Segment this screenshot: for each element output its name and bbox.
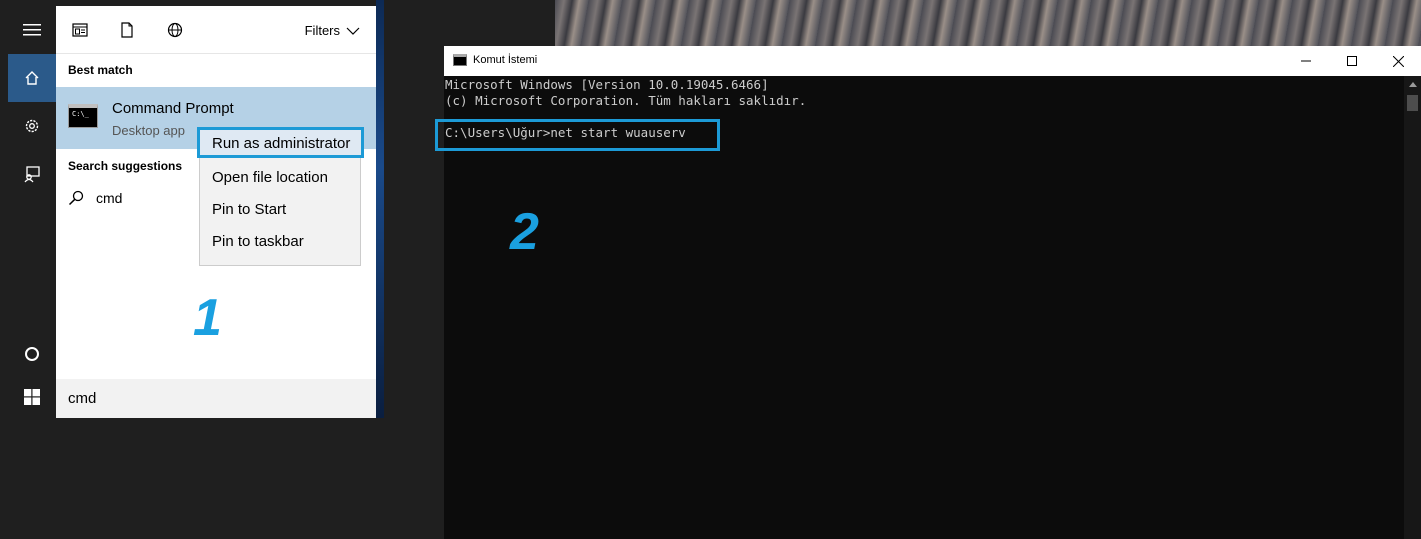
run-as-administrator-menu-item[interactable]: Run as administrator (197, 127, 364, 158)
windows-logo-icon[interactable] (8, 376, 56, 418)
command-prompt-icon (453, 54, 467, 66)
scroll-up-icon[interactable] (1404, 76, 1421, 93)
command-highlight-box (435, 119, 720, 151)
feedback-icon[interactable] (8, 150, 56, 198)
search-input[interactable]: cmd (56, 379, 376, 418)
globe-icon[interactable] (165, 20, 185, 40)
command-prompt-window: Komut İstemi Microsoft Windows [Version … (435, 46, 1421, 539)
gear-icon[interactable] (8, 102, 56, 150)
result-title: Command Prompt (112, 100, 234, 117)
scroll-thumb[interactable] (1407, 95, 1418, 111)
window-title: Komut İstemi (473, 54, 538, 66)
home-icon[interactable] (8, 54, 56, 102)
run-as-administrator-label: Run as administrator (212, 135, 351, 152)
minimize-icon[interactable] (1283, 46, 1329, 76)
console-line: (c) Microsoft Corporation. Tüm hakları s… (445, 93, 807, 108)
step-number-2: 2 (510, 203, 539, 261)
pin-to-taskbar-menu-item[interactable]: Pin to taskbar (212, 233, 304, 250)
apps-icon[interactable] (70, 20, 90, 40)
cortana-circle-icon[interactable] (8, 330, 56, 378)
search-suggestion-item[interactable]: cmd (68, 190, 122, 206)
document-icon[interactable] (117, 20, 137, 40)
hamburger-icon[interactable] (8, 6, 56, 54)
open-file-location-menu-item[interactable]: Open file location (212, 169, 328, 186)
window-titlebar[interactable]: Komut İstemi (444, 46, 1421, 76)
filters-button[interactable]: Filters (305, 23, 360, 38)
search-filter-toolbar: Filters (56, 6, 376, 54)
best-match-heading: Best match (68, 63, 133, 77)
chevron-down-icon (346, 27, 360, 35)
step-number-1: 1 (193, 289, 222, 347)
command-prompt-icon: C:\_ (68, 104, 98, 128)
desktop-wallpaper-edge (376, 0, 384, 418)
result-subtitle: Desktop app (112, 123, 185, 138)
filters-label: Filters (304, 23, 340, 38)
suggestion-text: cmd (96, 190, 123, 206)
close-icon[interactable] (1375, 46, 1421, 76)
search-suggestions-heading: Search suggestions (68, 159, 183, 173)
search-icon (68, 190, 84, 206)
scrollbar[interactable] (1404, 76, 1421, 539)
pin-to-start-menu-item[interactable]: Pin to Start (212, 201, 286, 218)
desktop-wallpaper (555, 0, 1421, 46)
start-rail (8, 6, 56, 418)
search-query: cmd (68, 390, 97, 407)
console-line: Microsoft Windows [Version 10.0.19045.64… (445, 77, 769, 92)
maximize-icon[interactable] (1329, 46, 1375, 76)
console-output[interactable]: Microsoft Windows [Version 10.0.19045.64… (435, 76, 1404, 539)
